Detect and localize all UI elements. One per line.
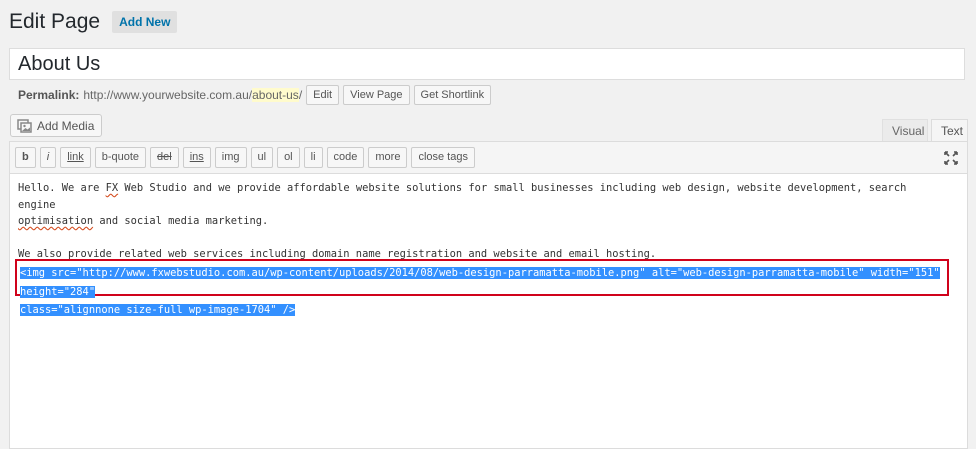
permalink-label: Permalink: xyxy=(18,88,80,102)
quicktag-ul-button[interactable]: ul xyxy=(250,147,274,168)
add-media-icon xyxy=(17,118,33,133)
permalink-base-url: http://www.yourwebsite.com.au/ xyxy=(83,88,253,102)
permalink-row: Permalink: http://www.yourwebsite.com.au… xyxy=(18,84,492,106)
edit-page-screen: Edit Page Add New Permalink: http://www.… xyxy=(0,0,976,449)
quicktag-ol-button[interactable]: ol xyxy=(277,147,300,168)
editor-paragraph-1: Hello. We are FX Web Studio and we provi… xyxy=(18,182,913,227)
quicktag-italic-button[interactable]: i xyxy=(39,147,57,168)
text-editor: b i link b-quote del ins img ul ol li co… xyxy=(9,141,968,449)
get-shortlink-button[interactable]: Get Shortlink xyxy=(413,85,492,105)
add-media-label: Add Media xyxy=(37,118,95,133)
selected-code-line-2: class="alignnone size-full wp-image-1704… xyxy=(20,304,296,316)
quicktag-ins-button[interactable]: ins xyxy=(182,147,211,168)
quicktag-bold-button[interactable]: b xyxy=(15,147,36,168)
permalink-trailing-slash: / xyxy=(298,88,303,102)
view-page-button[interactable]: View Page xyxy=(343,85,410,105)
post-title-input[interactable] xyxy=(9,48,965,80)
quicktag-link-button[interactable]: link xyxy=(60,147,91,168)
add-new-button[interactable]: Add New xyxy=(112,11,178,33)
fullscreen-icon[interactable] xyxy=(944,151,958,165)
quicktag-blockquote-button[interactable]: b-quote xyxy=(94,147,147,168)
quicktag-li-button[interactable]: li xyxy=(303,147,323,168)
quicktag-del-button[interactable]: del xyxy=(150,147,179,168)
edit-permalink-button[interactable]: Edit xyxy=(306,85,340,105)
tab-text[interactable]: Text xyxy=(931,119,968,142)
quicktag-close-tags-button[interactable]: close tags xyxy=(411,147,475,168)
page-heading-row: Edit Page Add New xyxy=(9,10,178,34)
quicktag-more-button[interactable]: more xyxy=(368,147,408,168)
selected-img-tag-code[interactable]: <img src="http://www.fxwebstudio.com.au/… xyxy=(15,259,949,316)
quicktag-img-button[interactable]: img xyxy=(214,147,247,168)
page-title: Edit Page xyxy=(9,10,101,33)
selected-code-line-1: <img src="http://www.fxwebstudio.com.au/… xyxy=(20,267,940,298)
permalink-slug[interactable]: about-us xyxy=(252,88,299,102)
quicktag-code-button[interactable]: code xyxy=(326,147,365,168)
add-media-button[interactable]: Add Media xyxy=(10,114,103,137)
tab-visual[interactable]: Visual xyxy=(882,119,928,142)
editor-textarea[interactable]: Hello. We are FX Web Studio and we provi… xyxy=(18,180,948,263)
quicktags-toolbar: b i link b-quote del ins img ul ol li co… xyxy=(10,142,967,174)
